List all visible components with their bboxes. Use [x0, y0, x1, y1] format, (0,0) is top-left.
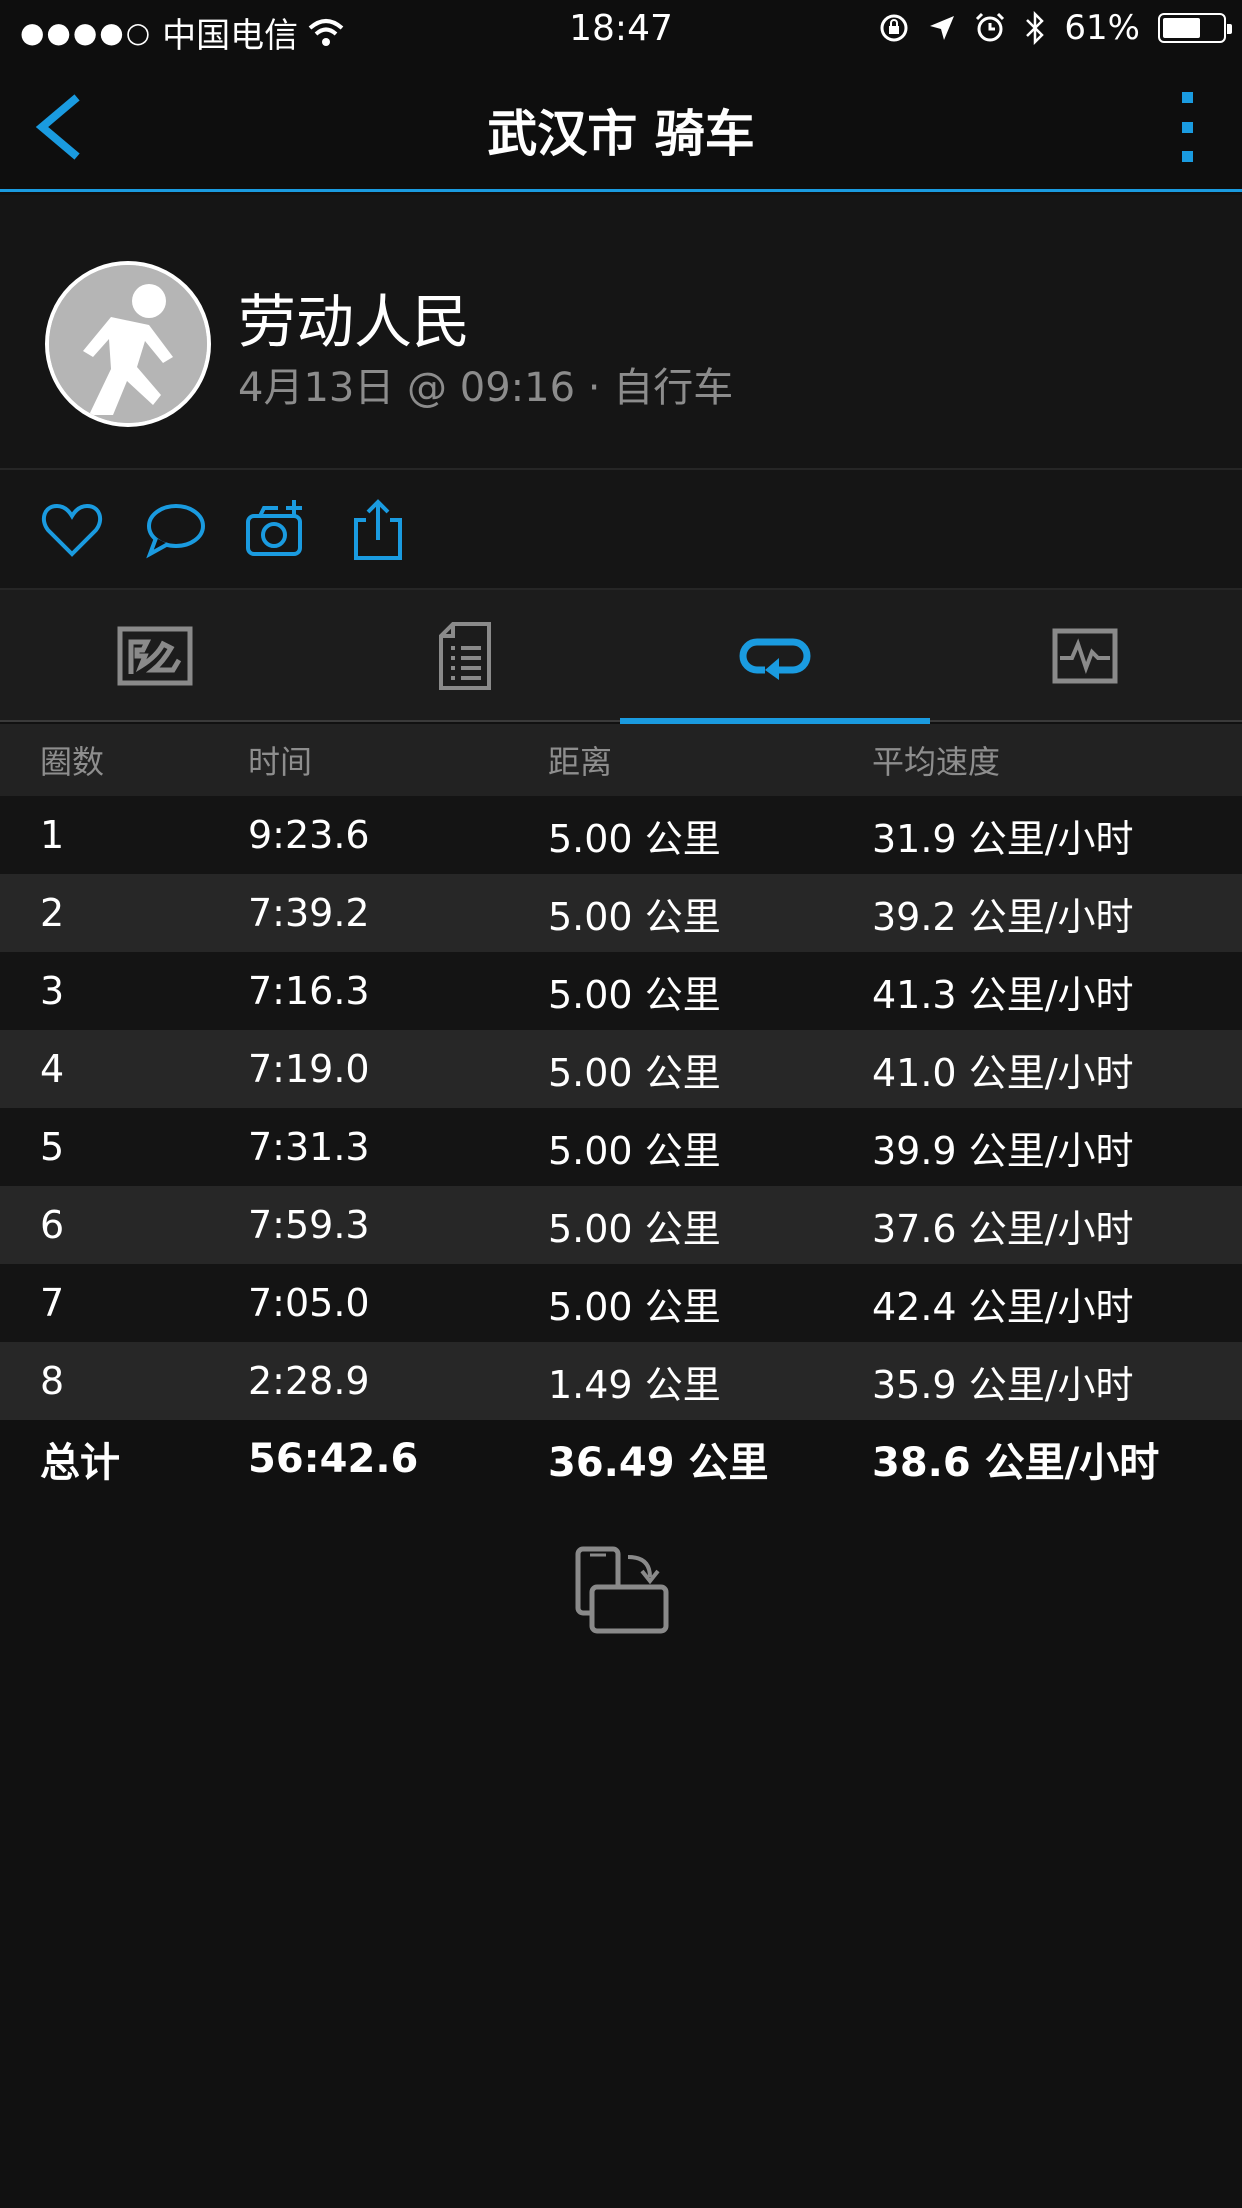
lap-distance: 5.00 公里	[548, 1206, 721, 1251]
avatar[interactable]	[45, 261, 211, 427]
status-right: 61%	[878, 8, 1232, 48]
location-arrow-icon	[930, 16, 955, 40]
bluetooth-icon	[1026, 11, 1045, 45]
summary-document-icon	[439, 622, 491, 690]
heart-icon	[41, 503, 103, 557]
lap-distance: 5.00 公里	[548, 894, 721, 939]
lap-avg-speed: 37.6 公里/小时	[872, 1206, 1134, 1251]
table-row: 6 7:59.3 5.00 公里 37.6 公里/小时	[0, 1186, 1242, 1264]
activity-tabs	[0, 590, 1242, 724]
lap-time: 7:05.0	[248, 1281, 370, 1325]
table-total-row: 总计 56:42.6 36.49 公里 38.6 公里/小时	[0, 1420, 1242, 1498]
tab-charts[interactable]	[930, 590, 1240, 722]
lap-number: 2	[40, 891, 65, 935]
lap-time: 7:31.3	[248, 1125, 370, 1169]
lap-number: 7	[40, 1281, 65, 1325]
more-dot	[1181, 151, 1193, 162]
table-row: 2 7:39.2 5.00 公里 39.2 公里/小时	[0, 874, 1242, 952]
header-avg-speed: 平均速度	[872, 743, 1001, 781]
header-distance: 距离	[548, 743, 613, 781]
table-row: 4 7:19.0 5.00 公里 41.0 公里/小时	[0, 1030, 1242, 1108]
table-row: 1 9:23.6 5.00 公里 31.9 公里/小时	[0, 796, 1242, 874]
table-row: 7 7:05.0 5.00 公里 42.4 公里/小时	[0, 1264, 1242, 1342]
lap-time: 9:23.6	[248, 813, 370, 857]
more-dot	[1181, 121, 1193, 133]
lap-avg-speed: 31.9 公里/小时	[872, 816, 1134, 861]
lap-avg-speed: 39.2 公里/小时	[872, 894, 1134, 939]
tab-map[interactable]	[0, 590, 310, 722]
status-bar: ●●●●○ 中国电信 18:47 61%	[0, 0, 1242, 60]
like-button[interactable]	[40, 498, 104, 562]
activity-meta: 4月13日 @ 09:16 · 自行车	[238, 365, 734, 411]
lap-time: 7:19.0	[248, 1047, 370, 1091]
tab-laps[interactable]	[620, 590, 930, 724]
lap-distance: 5.00 公里	[548, 972, 721, 1017]
more-dot	[1181, 92, 1193, 103]
total-distance: 36.49 公里	[548, 1440, 769, 1486]
table-row: 5 7:31.3 5.00 公里 39.9 公里/小时	[0, 1108, 1242, 1186]
lap-avg-speed: 41.3 公里/小时	[872, 972, 1134, 1017]
chart-icon	[1052, 628, 1118, 684]
laps-table: 圈数 时间 距离 平均速度 1 9:23.6 5.00 公里 31.9 公里/小…	[0, 724, 1242, 1498]
map-icon	[117, 626, 193, 686]
lap-number: 1	[40, 813, 65, 857]
total-time: 56:42.6	[248, 1436, 419, 1482]
tab-summary[interactable]	[310, 590, 620, 722]
lap-time: 7:16.3	[248, 969, 370, 1013]
orientation-lock-icon	[880, 14, 908, 42]
rotate-landscape-button[interactable]	[574, 1545, 670, 1635]
lap-distance: 5.00 公里	[548, 816, 721, 861]
lap-distance: 5.00 公里	[548, 1284, 721, 1329]
lap-number: 5	[40, 1125, 65, 1169]
lap-time: 7:59.3	[248, 1203, 370, 1247]
header-lap: 圈数	[40, 743, 105, 781]
runner-silhouette-icon	[49, 265, 207, 423]
battery-fill	[1163, 18, 1200, 38]
table-row: 8 2:28.9 1.49 公里 35.9 公里/小时	[0, 1342, 1242, 1420]
nav-bar: 武汉市 骑车	[0, 60, 1242, 192]
activity-header: 劳动人民 4月13日 @ 09:16 · 自行车	[0, 195, 1242, 470]
share-icon	[354, 499, 402, 560]
battery-percent: 61%	[1064, 8, 1140, 48]
lap-avg-speed: 35.9 公里/小时	[872, 1362, 1134, 1407]
lap-distance: 5.00 公里	[548, 1050, 721, 1095]
lap-avg-speed: 42.4 公里/小时	[872, 1284, 1134, 1329]
lap-distance: 1.49 公里	[548, 1362, 721, 1407]
rotate-device-icon	[575, 1546, 669, 1634]
lap-number: 6	[40, 1203, 65, 1247]
more-menu-button[interactable]	[1172, 92, 1202, 162]
lap-time: 2:28.9	[248, 1359, 370, 1403]
alarm-icon	[976, 12, 1005, 42]
lap-avg-speed: 39.9 公里/小时	[872, 1128, 1134, 1173]
total-avg-speed: 38.6 公里/小时	[872, 1440, 1160, 1486]
lap-number: 4	[40, 1047, 65, 1091]
lap-avg-speed: 41.0 公里/小时	[872, 1050, 1134, 1095]
total-label: 总计	[40, 1440, 120, 1486]
lap-number: 3	[40, 969, 65, 1013]
laps-loop-icon	[739, 638, 811, 680]
comment-icon	[146, 504, 205, 559]
lap-time: 7:39.2	[248, 891, 370, 935]
add-photo-button[interactable]	[244, 498, 308, 562]
camera-add-icon	[246, 500, 302, 556]
page-title: 武汉市 骑车	[487, 105, 755, 163]
action-bar	[0, 470, 1242, 590]
share-button[interactable]	[346, 498, 410, 562]
lap-number: 8	[40, 1359, 65, 1403]
table-row: 3 7:16.3 5.00 公里 41.3 公里/小时	[0, 952, 1242, 1030]
lap-distance: 5.00 公里	[548, 1128, 721, 1173]
comment-button[interactable]	[142, 498, 206, 562]
battery-icon	[1158, 13, 1232, 43]
header-time: 时间	[248, 743, 313, 781]
user-name[interactable]: 劳动人民	[238, 275, 470, 359]
table-header: 圈数 时间 距离 平均速度	[0, 724, 1242, 796]
